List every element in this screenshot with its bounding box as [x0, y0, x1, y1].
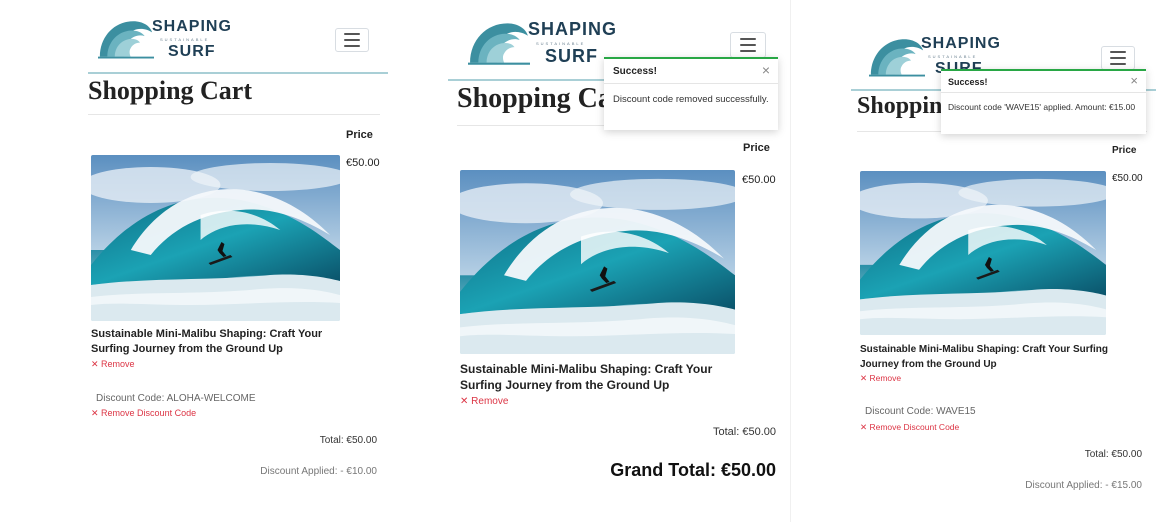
remove-item-link[interactable]: ✕ Remove: [91, 359, 135, 370]
item-price: €50.00: [1112, 173, 1143, 184]
wave-logo-icon: [98, 16, 154, 60]
logo-word-sustainable: SUSTAINABLE: [928, 54, 978, 59]
logo-word-shaping: SHAPING: [921, 35, 1001, 52]
toast-message: Discount code removed successfully.: [613, 94, 769, 105]
menu-toggle-button[interactable]: [730, 32, 766, 58]
toast-header: Success! ×: [604, 59, 778, 84]
product-image[interactable]: [860, 171, 1106, 335]
item-price: €50.00: [346, 157, 380, 169]
cart-total: Total: €50.00: [713, 426, 776, 438]
remove-item-link[interactable]: ✕ Remove: [460, 396, 508, 407]
toast-close-icon[interactable]: ×: [1130, 73, 1138, 88]
discount-code-label: Discount Code: WAVE15: [865, 406, 976, 417]
cart-screen-2: SHAPING SUSTAINABLE SURF Shopping Cart S…: [410, 0, 790, 522]
hamburger-icon: [740, 38, 756, 40]
grand-total: Grand Total: €50.00: [610, 460, 776, 480]
discount-applied: Discount Applied: - €10.00: [260, 466, 377, 477]
surf-wave-photo: [860, 171, 1106, 335]
logo-word-surf: SURF: [545, 46, 598, 66]
product-image[interactable]: [460, 170, 735, 354]
cart-total: Total: €50.00: [319, 435, 377, 446]
product-title[interactable]: Sustainable Mini-Malibu Shaping: Craft Y…: [860, 342, 1120, 372]
discount-applied: Discount Applied: - €15.00: [1025, 480, 1142, 491]
product-title[interactable]: Sustainable Mini-Malibu Shaping: Craft Y…: [460, 361, 750, 393]
product-title[interactable]: Sustainable Mini-Malibu Shaping: Craft Y…: [91, 327, 351, 357]
surf-wave-photo: [91, 155, 340, 321]
cart-total: Total: €50.00: [1084, 449, 1142, 460]
menu-toggle-button[interactable]: [335, 28, 369, 52]
item-price: €50.00: [742, 174, 776, 186]
wave-logo-icon: [468, 18, 530, 66]
toast-title: Success!: [948, 77, 988, 87]
remove-discount-link[interactable]: ✕ Remove Discount Code: [860, 422, 959, 433]
toast-header: Success! ×: [941, 71, 1146, 93]
title-divider: [88, 114, 380, 115]
hamburger-icon: [344, 33, 360, 35]
price-column-header: Price: [743, 142, 770, 154]
toast-close-icon[interactable]: ×: [762, 62, 770, 78]
toast-message: Discount code 'WAVE15' applied. Amount: …: [948, 102, 1136, 112]
discount-code-label: Discount Code: ALOHA-WELCOME: [96, 393, 256, 404]
cart-screen-3: SHAPING SUSTAINABLE SURF Shopping Cart S…: [790, 0, 1161, 522]
price-column-header: Price: [346, 129, 373, 141]
hamburger-icon: [1110, 51, 1126, 53]
product-image[interactable]: [91, 155, 340, 321]
success-toast: Success! × Discount code 'WAVE15' applie…: [941, 69, 1146, 134]
page-title: Shopping Cart: [88, 76, 252, 105]
toast-title: Success!: [613, 66, 657, 77]
remove-item-link[interactable]: ✕ Remove: [860, 373, 901, 384]
logo-word-surf: SURF: [168, 43, 216, 60]
success-toast: Success! × Discount code removed success…: [604, 57, 778, 130]
remove-discount-link[interactable]: ✕ Remove Discount Code: [91, 408, 196, 419]
logo-word-shaping: SHAPING: [528, 19, 618, 39]
price-column-header: Price: [1112, 145, 1137, 156]
wave-logo-icon: [869, 34, 925, 78]
logo-word-shaping: SHAPING: [152, 18, 232, 35]
menu-toggle-button[interactable]: [1101, 46, 1135, 70]
surf-wave-photo: [460, 170, 735, 354]
cart-screen-1: SHAPING SUSTAINABLE SURF Shopping Cart P…: [0, 0, 410, 522]
header-divider: [88, 72, 388, 74]
site-logo[interactable]: SHAPING SUSTAINABLE SURF: [98, 16, 238, 64]
logo-word-sustainable: SUSTAINABLE: [160, 37, 210, 42]
